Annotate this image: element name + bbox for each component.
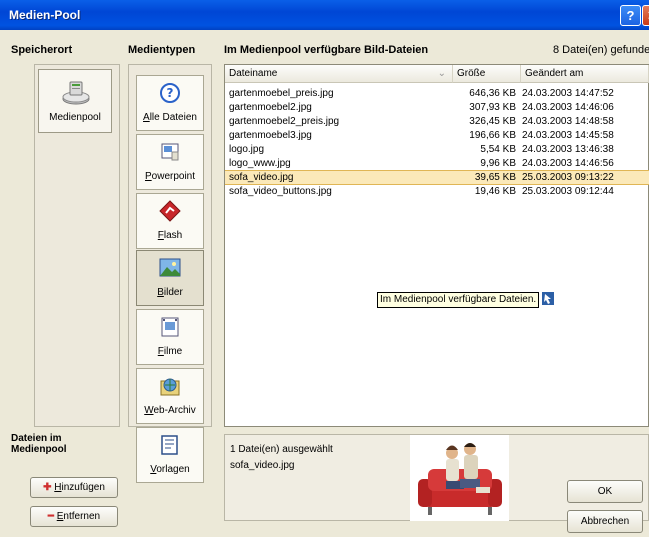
file-list[interactable]: Dateiname ⌄ Größe Geändert am gartenmoeb… bbox=[224, 64, 649, 427]
remove-icon: ━ bbox=[47, 511, 54, 522]
files-section-title: Dateien im Medienpool bbox=[11, 433, 67, 455]
column-header-size[interactable]: Größe bbox=[453, 65, 521, 83]
location-medienpool[interactable]: Medienpool bbox=[38, 69, 112, 133]
media-type-web-archive[interactable]: Web-Archiv bbox=[136, 368, 204, 424]
column-header-date[interactable]: Geändert am bbox=[521, 65, 649, 83]
file-row[interactable]: gartenmoebel2_preis.jpg 326,45 KB 24.03.20… bbox=[225, 115, 649, 128]
file-row[interactable]: sofa_video_buttons.jpg 19,46 KB 25.03.2003… bbox=[225, 185, 649, 198]
presentation-icon bbox=[161, 143, 179, 161]
flash-icon bbox=[159, 200, 181, 222]
column-header-name[interactable]: Dateiname ⌄ bbox=[225, 65, 453, 83]
media-type-powerpoint[interactable]: Powerpoint bbox=[136, 134, 204, 190]
files-header: Im Medienpool verfügbare Bild-Dateien bbox=[224, 44, 429, 56]
selection-count: 1 Datei(en) ausgewählt bbox=[230, 444, 333, 455]
add-icon: ✚ bbox=[43, 482, 52, 493]
file-row[interactable]: gartenmoebel_preis.jpg 646,36 KB 24.03.200… bbox=[225, 87, 649, 100]
ok-button[interactable]: OK bbox=[567, 480, 643, 503]
tooltip: Im Medienpool verfügbare Dateien. bbox=[377, 292, 540, 308]
media-type-flash[interactable]: Flash bbox=[136, 193, 204, 249]
file-row-selected[interactable]: sofa_video.jpg 39,65 KB 25.03.2003 09:13:2… bbox=[225, 170, 649, 185]
template-icon bbox=[161, 435, 178, 455]
cursor-icon bbox=[541, 291, 555, 306]
location-header: Speicherort bbox=[11, 44, 73, 56]
media-type-all-files[interactable]: ? Alle Dateien bbox=[136, 75, 204, 131]
server-icon bbox=[62, 81, 90, 105]
svg-text:?: ? bbox=[167, 86, 174, 100]
help-document-icon: ? bbox=[160, 83, 180, 103]
location-label: Medienpool bbox=[49, 112, 101, 123]
remove-button[interactable]: ━ Entfernen bbox=[30, 506, 118, 527]
media-types-header: Medientypen bbox=[128, 44, 196, 56]
sort-icon: ⌄ bbox=[437, 68, 446, 79]
add-button[interactable]: ✚ Hinzufügen bbox=[30, 477, 118, 498]
media-type-films[interactable]: Filme bbox=[136, 309, 204, 365]
image-preview bbox=[410, 435, 509, 521]
file-row[interactable]: gartenmoebel2.jpg 307,93 KB 24.03.2003 14:… bbox=[225, 101, 649, 114]
media-type-images[interactable]: Bilder bbox=[136, 250, 204, 306]
media-type-templates[interactable]: Vorlagen bbox=[136, 427, 204, 483]
film-icon bbox=[161, 317, 179, 337]
file-row[interactable]: gartenmoebel3.jpg 196,66 KB 24.03.2003 14:… bbox=[225, 129, 649, 142]
image-icon bbox=[159, 258, 181, 277]
web-archive-icon bbox=[160, 378, 180, 396]
window-title: Medien-Pool bbox=[9, 8, 81, 22]
cancel-button[interactable]: Abbrechen bbox=[567, 510, 643, 533]
close-button[interactable]: ✕ bbox=[642, 5, 649, 26]
file-row[interactable]: logo.jpg 5,54 KB 24.03.2003 13:46:38 bbox=[225, 143, 649, 156]
title-bar: Medien-Pool ? ✕ bbox=[0, 0, 649, 30]
selection-file-name: sofa_video.jpg bbox=[230, 460, 295, 471]
help-button[interactable]: ? bbox=[620, 5, 641, 26]
file-row[interactable]: logo_www.jpg 9,96 KB 24.03.2003 14:46:56 bbox=[225, 157, 649, 170]
file-count: 8 Datei(en) gefunden bbox=[553, 44, 649, 56]
